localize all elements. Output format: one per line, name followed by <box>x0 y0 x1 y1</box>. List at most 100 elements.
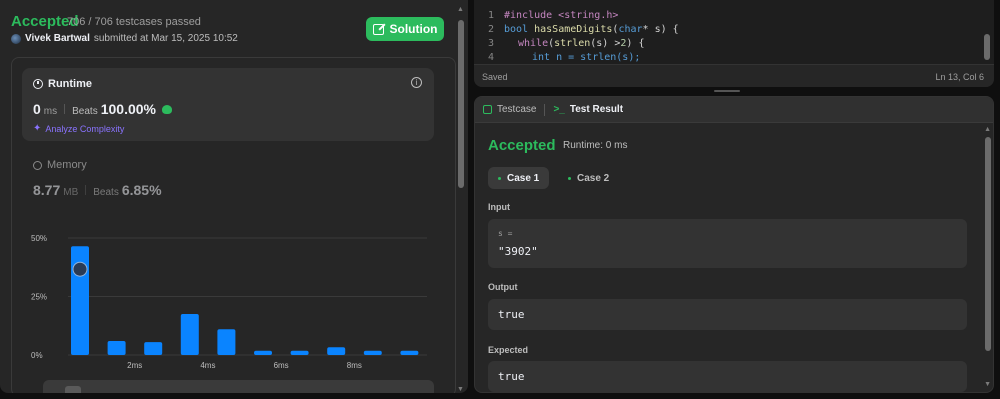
editor-scrollbar[interactable] <box>984 34 990 60</box>
chart-bar[interactable] <box>217 329 236 355</box>
y-tick-label: 25% <box>31 293 47 302</box>
scrollbar-thumb[interactable] <box>458 20 464 188</box>
clock-icon <box>33 79 43 89</box>
tab-result-label: Test Result <box>569 104 624 115</box>
info-icon[interactable]: i <box>411 77 422 88</box>
input-label: Input <box>488 202 510 212</box>
expected-value: true <box>498 370 525 383</box>
chart-bar[interactable] <box>107 340 126 355</box>
x-tick-label: 4ms <box>200 361 215 370</box>
case-1-label: Case 1 <box>507 172 540 184</box>
chart-bar[interactable] <box>180 314 199 355</box>
solution-button[interactable]: Solution <box>366 17 444 41</box>
resize-handle[interactable] <box>714 90 740 92</box>
tab-test-result[interactable]: >_ Test Result <box>545 104 631 115</box>
line-number: 2 <box>487 24 494 35</box>
result-scrollbar[interactable] <box>985 137 991 351</box>
pass-dot-icon <box>568 176 571 180</box>
code-line[interactable]: 3 while (strlen (s) > 2) { <box>474 37 974 51</box>
solution-label: Solution <box>389 22 438 36</box>
runtime-header: Runtime <box>33 78 92 90</box>
code-token: while <box>518 38 549 49</box>
test-tabs: Testcase >_ Test Result <box>475 97 993 123</box>
case-1-tab[interactable]: Case 1 <box>488 167 550 189</box>
scroll-down-icon[interactable]: ▼ <box>457 386 464 393</box>
terminal-icon: >_ <box>553 104 565 115</box>
y-tick-label: 50% <box>31 234 47 243</box>
leaf-icon <box>162 105 172 114</box>
left-scrollbar[interactable]: ▲ ▼ <box>457 6 465 393</box>
output-label: Output <box>488 282 518 292</box>
code-text: int n = strlen(s); <box>532 52 641 63</box>
divider <box>85 185 87 195</box>
expected-label: Expected <box>488 345 529 355</box>
runtime-unit: ms <box>43 106 58 117</box>
code-token: strlen <box>554 38 591 49</box>
testcases-passed: 706 / 706 testcases passed <box>67 16 201 28</box>
runtime-value-row: 0 ms Beats 100.00% <box>33 101 172 117</box>
divider <box>64 104 66 114</box>
submission-panel: Accepted 706 / 706 testcases passed Vive… <box>0 0 468 393</box>
cursor-position: Ln 13, Col 6 <box>935 72 984 82</box>
case-2-tab[interactable]: Case 2 <box>558 167 619 189</box>
chart-bar[interactable] <box>363 350 382 355</box>
code-token: (s) > <box>590 38 621 49</box>
edit-icon <box>372 23 384 35</box>
output-box: true <box>488 299 967 330</box>
x-tick-label: 8ms <box>347 361 362 370</box>
memory-icon <box>33 160 42 170</box>
analyze-complexity-link[interactable]: ✦ Analyze Complexity <box>33 123 124 134</box>
chart-bar[interactable] <box>290 350 309 355</box>
code-area[interactable]: 1 #include <string.h> 2 bool hasSameDigi… <box>474 9 974 65</box>
user-avatar[interactable] <box>11 33 21 44</box>
code-line[interactable]: 2 bool hasSameDigits(char * s) { <box>474 23 974 37</box>
chart-bar[interactable] <box>327 347 346 355</box>
code-line[interactable]: 4 int n = strlen(s); <box>474 51 974 65</box>
code-editor[interactable]: 1 #include <string.h> 2 bool hasSameDigi… <box>474 0 994 87</box>
test-result-panel: Testcase >_ Test Result Accepted Runtime… <box>474 96 994 393</box>
code-token: ) { <box>626 38 645 49</box>
chart-bar[interactable] <box>254 350 272 355</box>
memory-unit: MB <box>63 187 79 198</box>
code-line[interactable]: 1 #include <string.h> <box>474 9 974 23</box>
runtime-value: 0 <box>33 101 41 117</box>
case-2-label: Case 2 <box>577 172 610 184</box>
editor-status-bar: Saved Ln 13, Col 6 <box>474 64 994 87</box>
memory-header[interactable]: Memory <box>33 159 87 171</box>
line-number: 1 <box>487 10 494 21</box>
output-value: true <box>498 308 525 321</box>
memory-beats-label: Beats <box>93 187 119 198</box>
x-tick-label: 2ms <box>127 361 142 370</box>
code-text: #include <string.h> <box>504 10 619 21</box>
memory-value: 8.77 <box>33 182 61 198</box>
code-token: char <box>618 24 643 35</box>
input-value: "3902" <box>498 245 538 258</box>
runtime-beats-value: 100.00% <box>100 101 156 117</box>
chart-bar[interactable] <box>400 350 419 355</box>
submission-time: submitted at Mar 15, 2025 10:52 <box>93 33 238 44</box>
runtime-distribution-chart[interactable]: 50% 25% 0% 2ms 4ms 6ms 8ms <box>12 228 452 373</box>
runtime-label: Runtime <box>48 78 92 90</box>
input-variable: s = <box>498 229 513 238</box>
preview-toggle[interactable] <box>65 386 81 393</box>
code-token: bool <box>504 24 529 35</box>
line-number: 3 <box>487 38 494 49</box>
scroll-up-icon[interactable]: ▲ <box>984 126 991 133</box>
sparkle-icon: ✦ <box>33 123 42 134</box>
tab-testcase-label: Testcase <box>497 104 537 115</box>
checkbox-icon <box>483 105 492 114</box>
app-root: Accepted 706 / 706 testcases passed Vive… <box>0 0 1000 399</box>
user-avatar-marker[interactable] <box>72 261 88 277</box>
y-tick-label: 0% <box>31 351 43 360</box>
scroll-down-icon[interactable]: ▼ <box>984 381 991 388</box>
code-preview-bar[interactable] <box>43 380 434 393</box>
line-number: 4 <box>487 52 494 63</box>
memory-label: Memory <box>47 159 87 171</box>
save-status: Saved <box>482 72 508 82</box>
submission-user[interactable]: Vivek Bartwal <box>25 33 90 44</box>
chart-bar[interactable] <box>144 342 163 355</box>
scroll-up-icon[interactable]: ▲ <box>457 6 464 13</box>
pass-dot-icon <box>498 176 501 180</box>
runtime-box[interactable]: Runtime i 0 ms Beats 100.00% ✦ Analyze C… <box>22 68 434 141</box>
tab-testcase[interactable]: Testcase <box>475 104 544 115</box>
